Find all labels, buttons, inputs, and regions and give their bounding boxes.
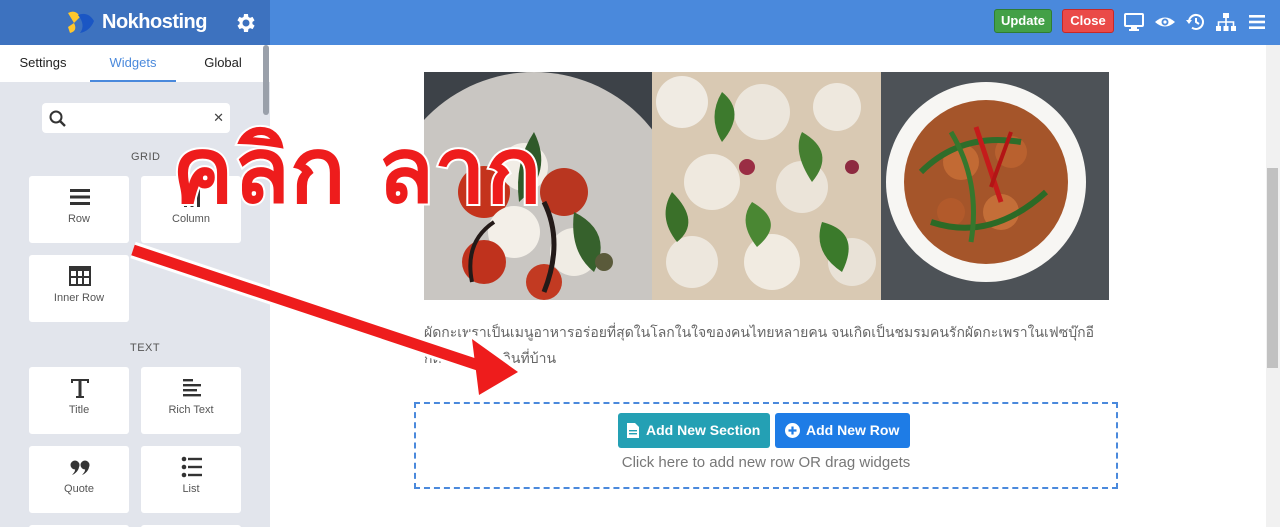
widget-inner-row[interactable]: Inner Row [29,255,129,322]
click-drag-annotation-text: คลิก ลาก [170,117,543,224]
list-icon [181,456,202,478]
brand-name: Nokhosting [102,11,208,33]
widget-label: Inner Row [53,292,105,304]
brand-area: Nokhosting [0,0,270,45]
menu-icon[interactable] [1246,11,1268,33]
widget-title[interactable]: Title [29,367,129,434]
widget-label: Quote [64,483,94,495]
add-new-row-button[interactable]: Add New Row [775,413,910,448]
plus-circle-icon [785,423,800,438]
sidebar-scrollbar[interactable] [263,45,269,115]
tab-global[interactable]: Global [180,45,266,82]
document-icon [627,423,639,438]
history-icon[interactable] [1185,11,1207,33]
align-left-icon [183,379,201,397]
add-new-section-button[interactable]: Add New Section [618,413,770,448]
widget-list[interactable]: List [141,446,241,513]
quote-icon [70,460,90,475]
widget-label: Title [68,404,90,416]
food-image-stir-fry[interactable] [881,72,1109,300]
update-button[interactable]: Update [994,9,1052,33]
widget-label: Rich Text [168,404,214,416]
search-icon [49,110,66,127]
page-scrollbar-thumb[interactable] [1267,168,1278,368]
add-new-section-label: Add New Section [646,422,761,438]
section-label-text: TEXT [130,342,161,354]
widget-label: Row [67,213,90,225]
content-caption: ผัดกะเพราเป็นเมนูอาหารอร่อยที่สุดในโลกใน… [424,324,1094,366]
widget-quote[interactable]: Quote [29,446,129,513]
rows-icon [70,189,90,205]
sidebar-tabs: Settings Widgets Global [0,45,270,82]
food-image-pizza[interactable] [652,72,881,300]
drop-zone-hint: Click here to add new row OR drag widget… [621,454,911,471]
add-new-row-label: Add New Row [806,422,900,438]
settings-gear-icon[interactable] [233,11,257,35]
top-toolbar: Nokhosting Update Close [0,0,1280,45]
widget-row[interactable]: Row [29,176,129,243]
tab-widgets[interactable]: Widgets [90,45,176,82]
close-button[interactable]: Close [1062,9,1114,33]
sitemap-icon[interactable] [1215,11,1237,33]
eye-preview-icon[interactable] [1154,11,1176,33]
tab-settings[interactable]: Settings [0,45,86,82]
widget-label: List [182,483,200,495]
section-label-grid: GRID [131,151,161,163]
widget-rich-text[interactable]: Rich Text [141,367,241,434]
title-t-icon [71,379,89,398]
brand-logo-icon [68,11,94,33]
desktop-preview-icon[interactable] [1123,11,1145,33]
page-builder-screen: Nokhosting Update Close Settings Widgets… [0,0,1280,527]
table-icon [69,266,91,286]
